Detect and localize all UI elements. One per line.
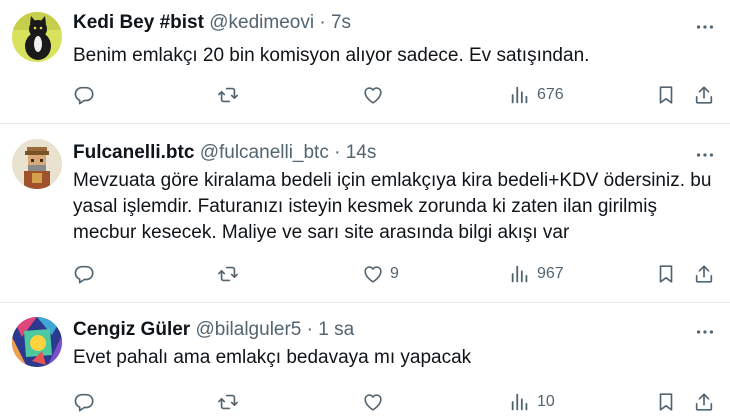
view-count: 10	[537, 393, 555, 410]
bar-chart-icon	[509, 84, 531, 106]
tweet-header: Fulcanelli.btc @fulcanelli_btc · 14s	[73, 142, 376, 164]
reply-button[interactable]	[73, 259, 95, 289]
share-button[interactable]	[693, 80, 715, 110]
bar-chart-icon	[509, 391, 531, 413]
reply-icon	[73, 263, 95, 285]
share-icon	[693, 263, 715, 285]
retweet-button[interactable]	[217, 387, 239, 417]
like-button[interactable]	[362, 387, 390, 417]
timestamp[interactable]: 1 sa	[318, 319, 354, 340]
tweet[interactable]: Kedi Bey #bist @kedimeovi · 7s Benim eml…	[0, 0, 730, 123]
separator-dot: ·	[334, 142, 341, 163]
views-button[interactable]: 10	[509, 387, 555, 417]
bookmark-button[interactable]	[655, 259, 677, 289]
bookmark-icon	[655, 84, 677, 106]
like-button[interactable]	[362, 80, 390, 110]
pixel-art-character-avatar[interactable]	[12, 139, 62, 189]
display-name[interactable]: Cengiz Güler	[73, 319, 190, 340]
display-name[interactable]: Kedi Bey #bist	[73, 12, 204, 33]
tweet-actions: 9 967	[0, 259, 730, 289]
tweet[interactable]: Fulcanelli.btc @fulcanelli_btc · 14s Mev…	[0, 123, 730, 302]
share-button[interactable]	[693, 259, 715, 289]
retweet-button[interactable]	[217, 259, 239, 289]
view-count: 676	[537, 86, 564, 103]
tweet-header: Kedi Bey #bist @kedimeovi · 7s	[73, 12, 351, 34]
timestamp[interactable]: 14s	[346, 142, 377, 163]
bookmark-button[interactable]	[655, 80, 677, 110]
tweet-text: Mevzuata göre kiralama bedeli için emlak…	[73, 170, 712, 243]
view-count: 967	[537, 265, 564, 282]
tweet-actions: 10	[0, 387, 730, 417]
user-handle[interactable]: @bilalguler5	[195, 319, 301, 340]
reply-button[interactable]	[73, 387, 95, 417]
heart-icon	[362, 84, 384, 106]
retweet-icon	[217, 391, 239, 413]
heart-icon	[362, 263, 384, 285]
timestamp[interactable]: 7s	[331, 12, 351, 33]
user-handle[interactable]: @kedimeovi	[209, 12, 314, 33]
more-options-icon[interactable]	[694, 16, 716, 38]
tweet-text: Benim emlakçı 20 bin komisyon alıyor sad…	[73, 45, 590, 66]
bookmark-icon	[655, 263, 677, 285]
share-button[interactable]	[693, 387, 715, 417]
retweet-icon	[217, 84, 239, 106]
views-button[interactable]: 967	[509, 259, 564, 289]
reply-icon	[73, 391, 95, 413]
share-icon	[693, 84, 715, 106]
retweet-button[interactable]	[217, 80, 239, 110]
more-options-icon[interactable]	[694, 321, 716, 343]
reply-icon	[73, 84, 95, 106]
retweet-icon	[217, 263, 239, 285]
tweet-header: Cengiz Güler @bilalguler5 · 1 sa	[73, 319, 354, 341]
more-options-icon[interactable]	[694, 144, 716, 166]
like-count: 9	[390, 265, 399, 282]
tweet-actions: 676	[0, 80, 730, 110]
share-icon	[693, 391, 715, 413]
views-button[interactable]: 676	[509, 80, 564, 110]
reply-button[interactable]	[73, 80, 95, 110]
separator-dot: ·	[319, 12, 326, 33]
user-handle[interactable]: @fulcanelli_btc	[200, 142, 329, 163]
bookmark-button[interactable]	[655, 387, 677, 417]
like-button[interactable]: 9	[362, 259, 399, 289]
heart-icon	[362, 391, 384, 413]
separator-dot: ·	[306, 319, 313, 340]
display-name[interactable]: Fulcanelli.btc	[73, 142, 194, 163]
bookmark-icon	[655, 391, 677, 413]
colorful-mosaic-avatar[interactable]	[12, 317, 62, 367]
tweet[interactable]: Cengiz Güler @bilalguler5 · 1 sa Evet pa…	[0, 302, 730, 420]
black-cat-avatar[interactable]	[12, 12, 62, 62]
tweet-text: Evet pahalı ama emlakçı bedavaya mı yapa…	[73, 347, 472, 368]
bar-chart-icon	[509, 263, 531, 285]
